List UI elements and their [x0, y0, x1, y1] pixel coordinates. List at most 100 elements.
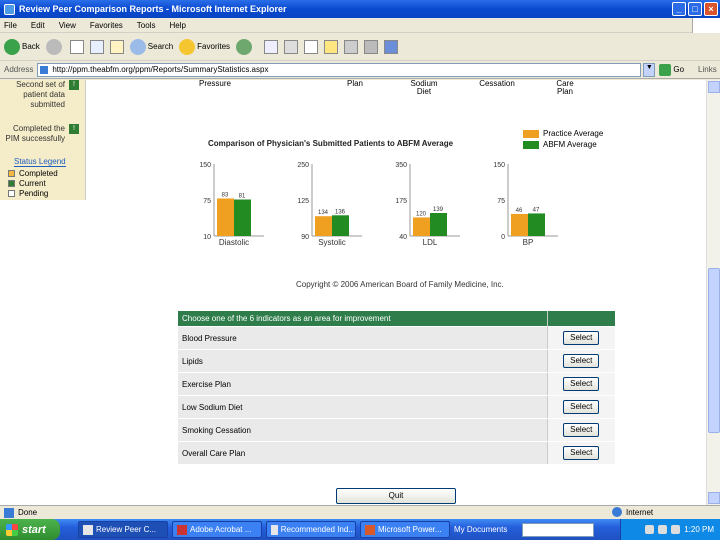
y-tick-label: 0: [501, 234, 505, 241]
search-icon: [129, 38, 146, 55]
menu-view[interactable]: View: [59, 21, 76, 30]
table-row: Low Sodium Diet Select: [178, 395, 615, 419]
search-button[interactable]: Search: [129, 38, 173, 55]
bar-value-label: 136: [335, 209, 346, 215]
chart-title: Comparison of Physician's Submitted Pati…: [208, 139, 454, 148]
select-lipids-button[interactable]: Select: [563, 354, 600, 368]
indicator-overall-care-plan: Overall Care Plan: [178, 441, 547, 465]
task-adobe-acrobat[interactable]: Adobe Acrobat ...: [172, 521, 262, 538]
y-tick-label: 125: [297, 198, 309, 205]
bar: [511, 213, 528, 236]
minimize-button[interactable]: _: [672, 2, 686, 16]
status-bar: Done Internet: [0, 505, 720, 519]
chart-legend: Practice Average ABFM Average: [523, 128, 603, 150]
select-overall-care-plan-button[interactable]: Select: [563, 446, 600, 460]
x-category-label: Systolic: [318, 238, 346, 247]
address-dropdown[interactable]: ▼: [643, 62, 656, 77]
menu-help[interactable]: Help: [169, 21, 185, 30]
y-tick-label: 75: [497, 198, 505, 205]
clock: 1:20 PM: [684, 525, 714, 534]
task-review-peer[interactable]: Review Peer C...: [78, 521, 168, 538]
powerpoint-icon: [365, 524, 375, 535]
stop-icon[interactable]: [69, 39, 84, 54]
header-pressure: Pressure: [198, 80, 231, 88]
address-label: Address: [4, 65, 34, 74]
sidebar-item-completed: Completed the PIM successfully !: [0, 124, 85, 154]
title-bar: Review Peer Comparison Reports - Microso…: [0, 0, 720, 18]
bar: [234, 199, 251, 236]
go-button[interactable]: Go: [659, 63, 684, 76]
discuss-icon[interactable]: [344, 39, 359, 54]
x-category-label: LDL: [423, 238, 438, 247]
ie-icon: [4, 3, 15, 15]
vertical-scrollbar[interactable]: [706, 80, 720, 505]
favorites-button[interactable]: Favorites: [179, 38, 230, 55]
bar-value-label: 81: [239, 193, 246, 199]
select-exercise-plan-button[interactable]: Select: [563, 377, 600, 391]
tray-icon[interactable]: [671, 525, 681, 534]
acrobat-icon: [177, 524, 187, 535]
indicator-smoking-cessation: Smoking Cessation: [178, 418, 547, 442]
bar-value-label: 139: [433, 207, 444, 213]
bar: [528, 213, 545, 236]
y-tick-label: 250: [297, 162, 309, 169]
indicator-table: Choose one of the 6 indicators as an are…: [178, 311, 615, 465]
tray-icon[interactable]: [645, 525, 655, 534]
folder-icon[interactable]: [324, 39, 339, 54]
history-icon[interactable]: [236, 38, 253, 55]
system-tray: 1:20 PM: [620, 519, 720, 540]
menu-tools[interactable]: Tools: [137, 21, 156, 30]
refresh-icon[interactable]: [89, 39, 104, 54]
print-icon[interactable]: [284, 39, 299, 54]
table-row: Overall Care Plan Select: [178, 441, 615, 465]
menu-file[interactable]: File: [4, 21, 17, 30]
bar-value-label: 83: [222, 192, 229, 198]
task-powerpoint[interactable]: Microsoft Power...: [360, 521, 450, 538]
maximize-button[interactable]: □: [688, 2, 702, 16]
menu-favorites[interactable]: Favorites: [90, 21, 123, 30]
tray-icon[interactable]: [658, 525, 668, 534]
select-blood-pressure-button[interactable]: Select: [563, 331, 600, 345]
scroll-thumb[interactable]: [708, 268, 720, 433]
task-recommended[interactable]: Recommended Ind...: [266, 521, 356, 538]
table-row: Blood Pressure Select: [178, 326, 615, 350]
home-icon[interactable]: [109, 39, 124, 54]
ie-icon: [83, 524, 93, 535]
scroll-up-icon[interactable]: [708, 81, 720, 93]
sidebar-item-second-set: Second set of patient data submitted !: [0, 80, 85, 118]
quicklaunch-my-documents[interactable]: My Documents: [454, 521, 520, 538]
back-button[interactable]: Back: [4, 38, 40, 55]
research-icon[interactable]: [364, 39, 379, 54]
x-category-label: Diastolic: [219, 238, 249, 247]
globe-icon: [612, 507, 622, 517]
page-icon: [4, 507, 14, 518]
star-icon: [179, 38, 196, 55]
close-button[interactable]: ×: [704, 2, 718, 16]
bar-value-label: 120: [416, 211, 427, 217]
legend-current: Current: [8, 178, 80, 188]
quit-button[interactable]: Quit: [336, 488, 456, 504]
address-input[interactable]: http://ppm.theabfm.org/ppm/Reports/Summa…: [37, 62, 642, 77]
mail-icon[interactable]: [264, 39, 279, 54]
word-icon[interactable]: [304, 39, 319, 54]
window-icon: [271, 524, 278, 535]
header-sodium-diet: Sodium Diet: [410, 80, 438, 96]
select-low-sodium-diet-button[interactable]: Select: [563, 400, 600, 414]
legend-completed: Completed: [8, 168, 80, 178]
menu-edit[interactable]: Edit: [31, 21, 45, 30]
menu-bar: File Edit View Favorites Tools Help: [0, 18, 720, 33]
forward-button[interactable]: [45, 38, 64, 55]
y-tick-label: 150: [493, 162, 505, 169]
select-smoking-cessation-button[interactable]: Select: [563, 423, 600, 437]
comparison-charts: 150 75 10 83 81 Diastolic 250 125 90 134 136 Systol…: [199, 162, 558, 247]
scroll-down-icon[interactable]: [708, 492, 720, 504]
window-title: Review Peer Comparison Reports - Microso…: [19, 4, 287, 14]
bar-value-label: 47: [533, 207, 540, 213]
y-tick-label: 10: [203, 234, 211, 241]
indicator-blood-pressure: Blood Pressure: [178, 326, 547, 350]
messenger-icon[interactable]: [384, 39, 399, 54]
bar-value-label: 134: [318, 210, 329, 216]
taskbar-address-input[interactable]: [522, 522, 594, 537]
start-button[interactable]: start: [0, 519, 60, 540]
links-button[interactable]: Links: [698, 65, 717, 74]
